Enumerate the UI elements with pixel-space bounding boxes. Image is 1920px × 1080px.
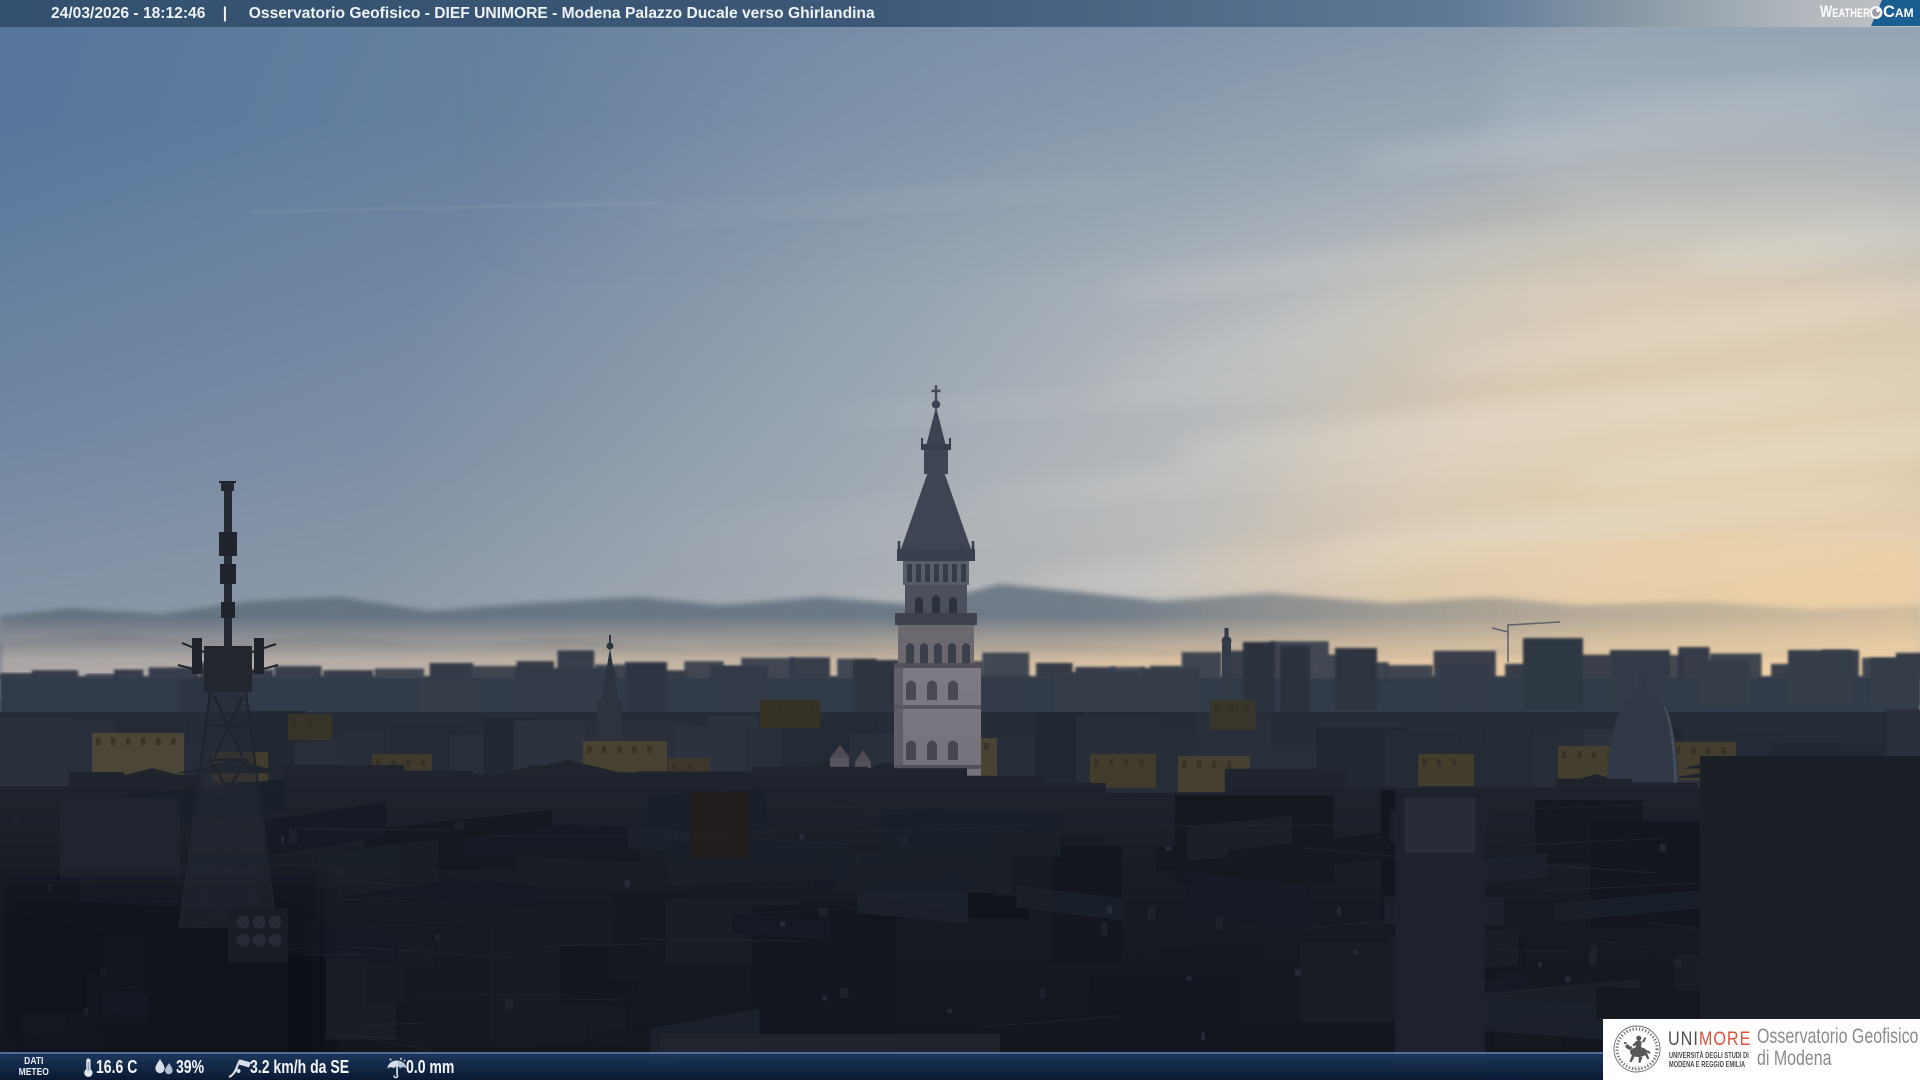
svg-text:1175: 1175 (1633, 1066, 1641, 1071)
